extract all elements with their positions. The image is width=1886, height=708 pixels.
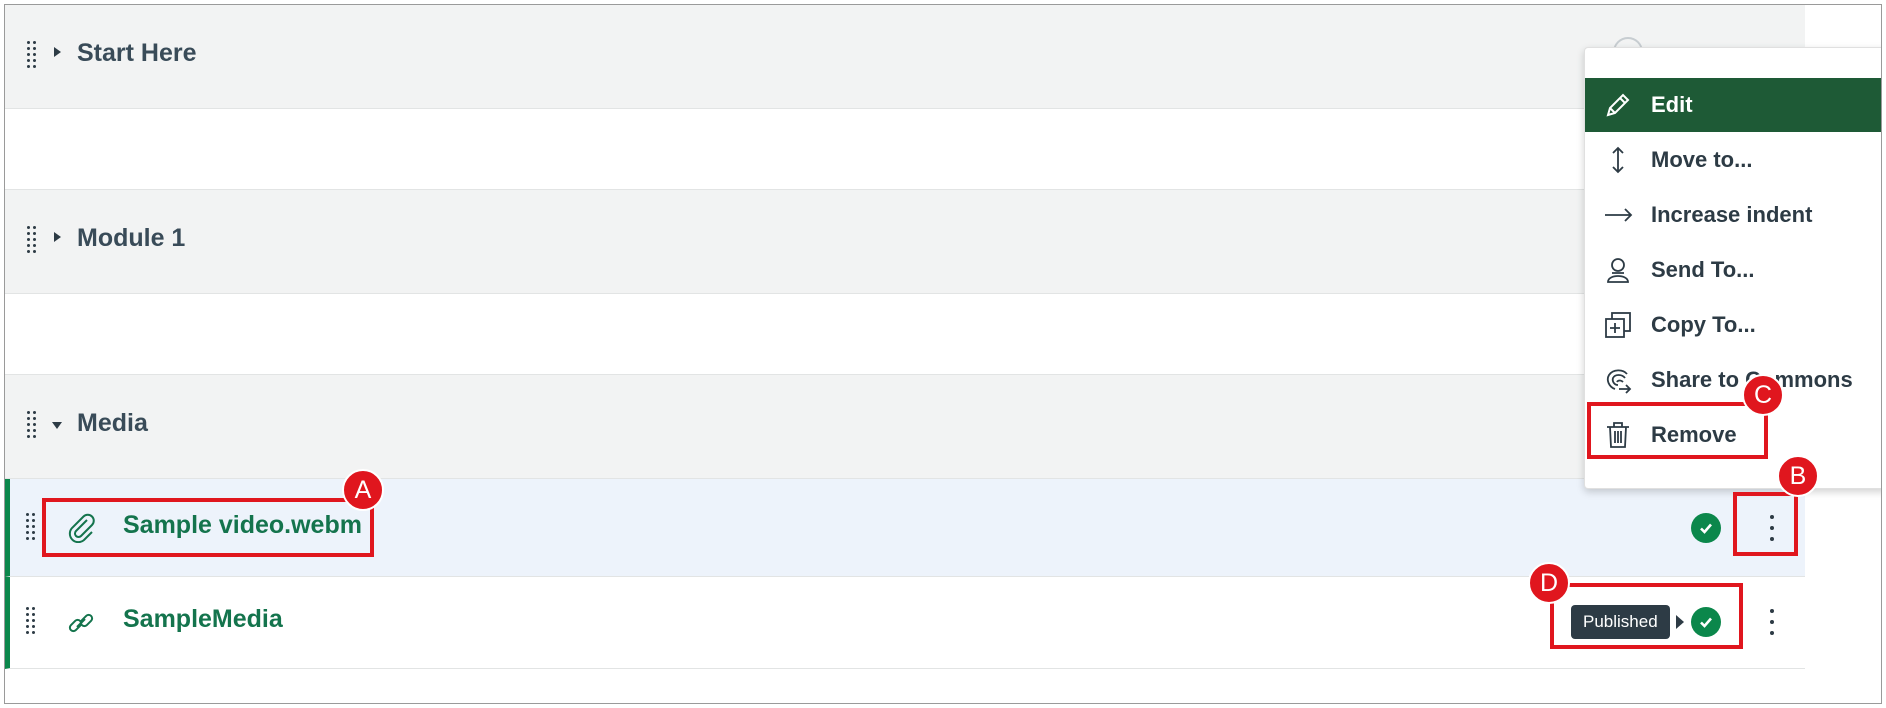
item-title-link[interactable]: SampleMedia	[123, 605, 283, 634]
annotation-box-a	[42, 498, 374, 557]
menu-item-edit[interactable]: Edit	[1585, 78, 1881, 132]
menu-label: Copy To...	[1651, 312, 1756, 337]
pencil-icon	[1606, 93, 1630, 117]
move-vertical-icon	[1612, 146, 1624, 174]
menu-label: Increase indent	[1651, 202, 1813, 227]
annotation-box-b	[1733, 492, 1798, 556]
arrow-right-icon	[1605, 208, 1633, 222]
annotation-badge-c: C	[1742, 374, 1784, 416]
menu-item-move-to[interactable]: Move to...	[1585, 133, 1881, 187]
caret-right-icon[interactable]	[54, 232, 61, 242]
menu-item-send-to[interactable]: Send To...	[1585, 243, 1881, 297]
drag-handle-icon[interactable]	[26, 607, 36, 635]
drag-handle-icon[interactable]	[27, 41, 37, 69]
annotation-badge-b: B	[1777, 455, 1819, 497]
annotation-badge-a: A	[342, 469, 384, 511]
drag-handle-icon[interactable]	[27, 226, 37, 254]
menu-item-increase-indent[interactable]: Increase indent	[1585, 188, 1881, 242]
module-body-module-1	[5, 294, 1805, 375]
published-check-icon[interactable]	[1691, 513, 1721, 543]
commons-icon	[1606, 369, 1632, 394]
caret-down-icon[interactable]	[52, 422, 62, 429]
link-icon	[68, 613, 94, 633]
copy-plus-icon	[1605, 312, 1631, 338]
module-title[interactable]: Start Here	[77, 39, 197, 68]
module-body-start-here	[5, 109, 1805, 190]
module-title[interactable]: Module 1	[77, 224, 185, 253]
module-header-start-here[interactable]: Start Here	[5, 5, 1805, 109]
menu-label: Move to...	[1651, 147, 1753, 172]
module-title[interactable]: Media	[77, 409, 148, 438]
drag-handle-icon[interactable]	[27, 411, 37, 439]
module-header-media[interactable]: Media	[5, 375, 1805, 479]
kebab-menu-icon[interactable]	[1768, 607, 1776, 637]
modules-page: Start Here Module 1 Media Sample video.w…	[4, 4, 1882, 704]
menu-item-share-to-commons[interactable]: Share to Commons	[1585, 353, 1881, 407]
caret-right-icon[interactable]	[54, 47, 61, 57]
annotation-box-d	[1550, 583, 1743, 649]
user-send-icon	[1607, 258, 1629, 283]
drag-handle-icon[interactable]	[26, 513, 36, 541]
menu-label: Send To...	[1651, 257, 1755, 282]
annotation-badge-d: D	[1528, 562, 1570, 604]
menu-item-copy-to[interactable]: Copy To...	[1585, 298, 1881, 352]
menu-label: Edit	[1651, 92, 1693, 117]
annotation-box-c	[1587, 402, 1768, 459]
module-header-module-1[interactable]: Module 1	[5, 190, 1805, 294]
